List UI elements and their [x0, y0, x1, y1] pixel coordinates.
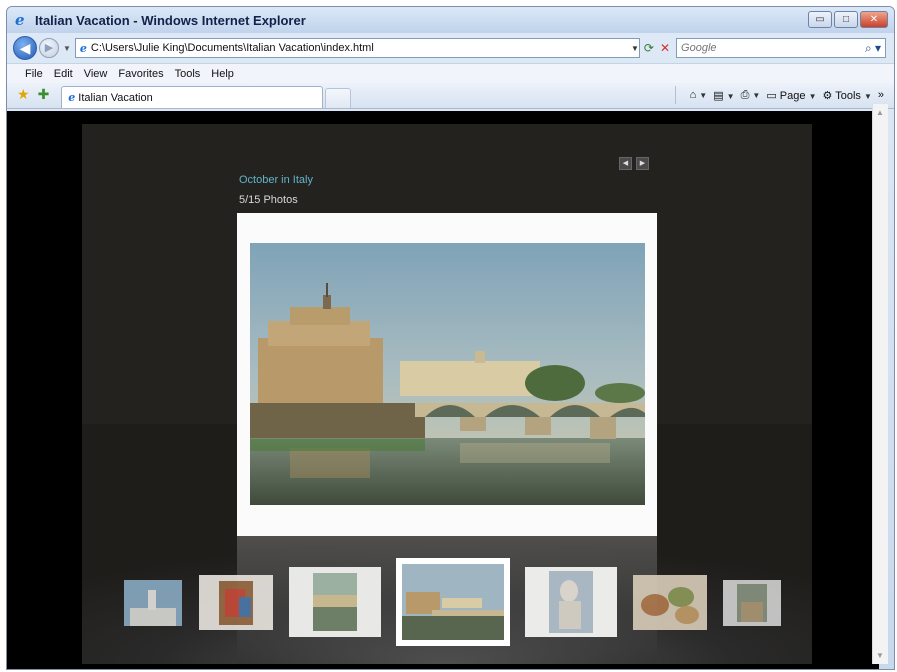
- thumbnail-street[interactable]: [723, 580, 781, 626]
- title-bar: e Italian Vacation - Windows Internet Ex…: [7, 7, 894, 33]
- gallery-title: October in Italy: [239, 174, 313, 186]
- photo-count: 5/15 Photos: [239, 194, 298, 206]
- thumbnail-image: [402, 564, 504, 640]
- feeds-icon[interactable]: ▤ ▼: [713, 89, 734, 102]
- tab-row: ★ ✚ e Italian Vacation ⌂ ▼ ▤ ▼ ⎙ ▼ ▭ Pag…: [7, 83, 894, 109]
- tab-page-icon: e: [68, 91, 76, 104]
- chevron-more-icon[interactable]: »: [878, 89, 884, 101]
- scroll-up-icon[interactable]: ▲: [876, 108, 884, 117]
- search-input[interactable]: [681, 42, 865, 54]
- main-photo: [250, 243, 645, 505]
- thumbnail-river-bridge[interactable]: [289, 567, 381, 637]
- thumbnail-statue-rooftop[interactable]: [124, 580, 182, 626]
- close-button[interactable]: ✕: [860, 11, 888, 28]
- previous-photo-button[interactable]: ◀: [619, 157, 632, 170]
- address-dropdown-icon[interactable]: ▼: [631, 44, 639, 53]
- page-icon: e: [79, 41, 87, 55]
- add-favorite-icon[interactable]: ✚: [38, 86, 50, 103]
- history-dropdown-icon[interactable]: ▼: [63, 44, 71, 53]
- browser-window: e Italian Vacation - Windows Internet Ex…: [6, 6, 895, 670]
- menu-bar: File Edit View Favorites Tools Help: [7, 63, 894, 83]
- vertical-scrollbar[interactable]: ▲ ▼: [872, 104, 888, 664]
- thumbnail-image: [199, 575, 273, 630]
- stop-icon[interactable]: ✕: [660, 41, 670, 55]
- gallery-stage: ◀ ▶ October in Italy 5/15 Photos: [82, 124, 812, 664]
- back-button[interactable]: ◀: [13, 36, 37, 60]
- home-icon[interactable]: ⌂ ▼: [690, 89, 708, 101]
- forward-button[interactable]: ▶: [39, 38, 59, 58]
- window-controls: ▭ □ ✕: [808, 11, 888, 28]
- search-box[interactable]: ⌕ ▾: [676, 38, 887, 58]
- navigation-row: ◀ ▶ ▼ e C:\Users\Julie King\Documents\It…: [7, 33, 894, 63]
- scroll-down-icon[interactable]: ▼: [876, 651, 884, 660]
- thumbnail-painting[interactable]: [199, 575, 273, 630]
- print-icon[interactable]: ⎙ ▼: [741, 89, 761, 102]
- new-tab-button[interactable]: [325, 88, 352, 108]
- menu-edit[interactable]: Edit: [54, 68, 73, 80]
- address-bar[interactable]: e C:\Users\Julie King\Documents\Italian …: [74, 38, 640, 58]
- thumbnail-image: [723, 580, 781, 626]
- tab-italian-vacation[interactable]: e Italian Vacation: [61, 86, 324, 108]
- window-title: Italian Vacation - Windows Internet Expl…: [35, 12, 306, 28]
- thumbnail-image: [633, 575, 707, 630]
- menu-help[interactable]: Help: [211, 68, 234, 80]
- next-photo-button[interactable]: ▶: [636, 157, 649, 170]
- thumbnail-food[interactable]: [633, 575, 707, 630]
- command-bar: ⌂ ▼ ▤ ▼ ⎙ ▼ ▭ Page ▼ ⚙ Tools ▼ »: [674, 86, 884, 104]
- castel-sant-angelo-image: [250, 243, 645, 505]
- menu-file[interactable]: File: [25, 68, 43, 80]
- tools-menu-button[interactable]: ⚙ Tools ▼: [822, 89, 871, 102]
- favorites-star-icon[interactable]: ★: [17, 86, 30, 103]
- page-viewport: ◀ ▶ October in Italy 5/15 Photos: [7, 111, 879, 669]
- tab-label: Italian Vacation: [78, 91, 153, 104]
- gallery-nav: ◀ ▶: [619, 157, 649, 170]
- menu-favorites[interactable]: Favorites: [118, 68, 163, 80]
- minimize-button[interactable]: ▭: [808, 11, 832, 28]
- page-menu-button[interactable]: ▭ Page ▼: [766, 89, 816, 102]
- main-photo-frame: [237, 213, 657, 536]
- thumbnail-marble-statue[interactable]: [525, 567, 617, 637]
- maximize-button[interactable]: □: [834, 11, 858, 28]
- refresh-icon[interactable]: ⟳: [644, 41, 654, 55]
- thumbnail-castel-sant-angelo[interactable]: [396, 558, 510, 646]
- command-separator: [674, 86, 676, 104]
- thumbnail-image: [525, 567, 617, 637]
- ie-logo-icon: e: [15, 11, 25, 29]
- thumbnail-image: [289, 567, 381, 637]
- address-url[interactable]: C:\Users\Julie King\Documents\Italian Va…: [91, 42, 631, 54]
- menu-view[interactable]: View: [84, 68, 108, 80]
- menu-tools[interactable]: Tools: [175, 68, 201, 80]
- search-icon[interactable]: ⌕ ▾: [865, 41, 881, 56]
- thumbnail-image: [124, 580, 182, 626]
